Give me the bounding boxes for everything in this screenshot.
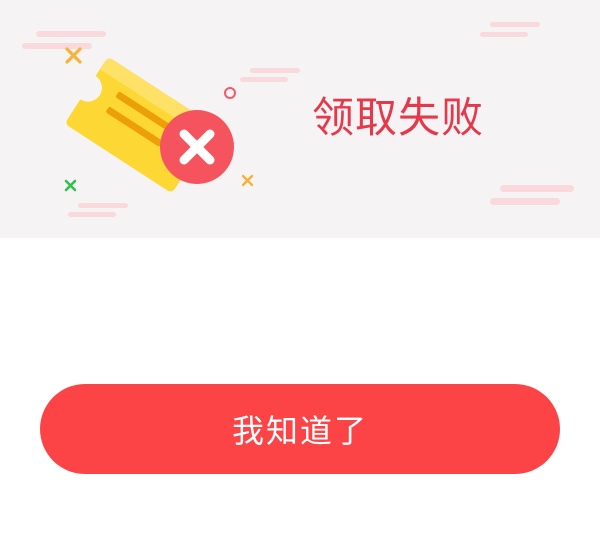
claim-failed-dialog: 领取失败 我知道了	[0, 0, 600, 533]
confirm-button[interactable]: 我知道了	[40, 384, 560, 474]
dialog-title: 领取失败	[312, 93, 485, 142]
header-decoration	[22, 22, 574, 217]
dialog-header: 领取失败	[0, 0, 600, 238]
close-icon	[160, 110, 234, 184]
ticket-with-x-icon	[66, 58, 234, 192]
